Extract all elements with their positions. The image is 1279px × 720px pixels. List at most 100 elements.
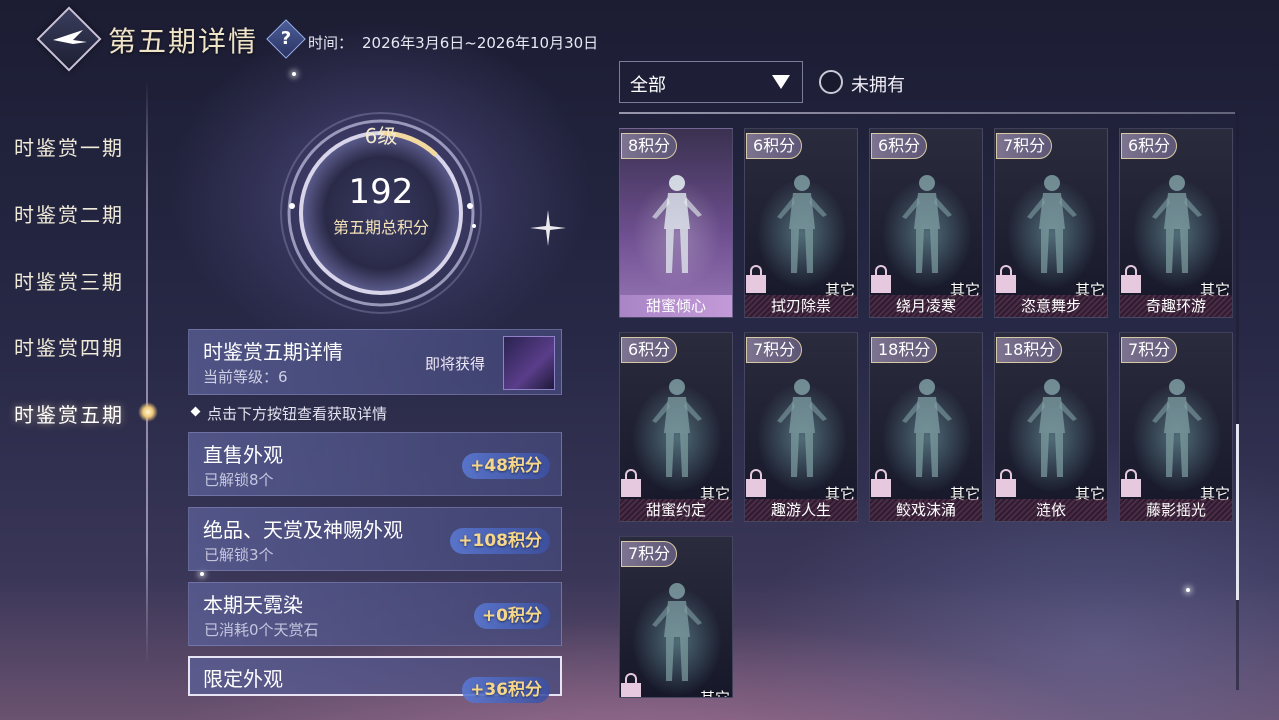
lock-body: [996, 275, 1016, 293]
card-type-label: 其它: [699, 689, 730, 698]
lock-icon: [621, 673, 641, 697]
category-points-badge: +108积分: [450, 528, 550, 554]
lock-body: [621, 479, 641, 497]
filter-selected-value: 全部: [630, 75, 666, 96]
outfit-card[interactable]: 8积分甜蜜倾心: [619, 128, 733, 318]
category-points-badge: +48积分: [462, 453, 550, 479]
outfit-card[interactable]: 18积分 其它 鲛戏沫涌: [869, 332, 983, 522]
outfit-card[interactable]: 6积分 其它 绕月凌寒: [869, 128, 983, 318]
card-name: 鲛戏沫涌: [870, 499, 982, 521]
card-points-badge: 6积分: [746, 133, 803, 159]
lock-body: [996, 479, 1016, 497]
lock-body: [871, 479, 891, 497]
nav-item-period-3[interactable]: 时鉴赏三期: [14, 266, 144, 300]
lock-body: [871, 275, 891, 293]
character-figure-icon: [777, 175, 827, 273]
lock-icon: [746, 265, 766, 293]
card-points-badge: 7积分: [1121, 337, 1178, 363]
outfit-card[interactable]: 7积分 其它 趣游人生: [744, 332, 858, 522]
star-decoration: [292, 72, 296, 76]
card-points-badge: 8积分: [621, 133, 678, 159]
time-value: 2026年3月6日~2026年10月30日: [362, 34, 599, 52]
lock-icon: [871, 265, 891, 293]
card-name: 趣游人生: [745, 499, 857, 521]
lock-body: [746, 479, 766, 497]
category-title: 绝品、天赏及神赐外观: [203, 518, 403, 542]
lock-body: [1121, 479, 1141, 497]
lock-icon: [621, 469, 641, 497]
hint-text: 点击下方按钮查看获取详情: [207, 405, 388, 423]
card-points-badge: 7积分: [996, 133, 1053, 159]
lock-icon: [996, 265, 1016, 293]
level-text: 6级: [364, 124, 398, 148]
card-name: 甜蜜倾心: [620, 295, 732, 317]
outfit-card[interactable]: 7积分 其它 恣意舞步: [994, 128, 1108, 318]
current-level-text: 当前等级：6: [203, 368, 288, 386]
outfit-card[interactable]: 18积分 其它 涟依: [994, 332, 1108, 522]
total-score: 192: [348, 172, 414, 212]
time-label: 时间：: [308, 34, 354, 52]
back-arrow-icon[interactable]: [49, 26, 91, 52]
category-title: 直售外观: [203, 443, 283, 467]
scrollbar-track[interactable]: [1236, 110, 1239, 690]
nav-item-period-1[interactable]: 时鉴赏一期: [14, 132, 144, 166]
period-details-title: 时鉴赏五期详情: [203, 340, 343, 364]
card-name: 恣意舞步: [995, 295, 1107, 317]
card-points-badge: 6积分: [1121, 133, 1178, 159]
character-figure-icon: [652, 583, 702, 681]
category-subtitle: 已消耗0个天赏石: [204, 621, 319, 639]
lock-icon: [996, 469, 1016, 497]
nav-item-period-4[interactable]: 时鉴赏四期: [14, 332, 144, 366]
card-name: 奇趣环游: [1120, 295, 1232, 317]
card-points-badge: 6积分: [621, 337, 678, 363]
lock-body: [621, 683, 641, 697]
lock-body: [1121, 275, 1141, 293]
character-figure-icon: [652, 379, 702, 477]
unowned-radio-label[interactable]: 未拥有: [851, 71, 905, 97]
nav-divider: [146, 80, 148, 665]
category-points-badge: +36积分: [462, 677, 550, 703]
diamond-bullet-icon: [190, 406, 201, 417]
character-figure-icon: [1027, 175, 1077, 273]
outfit-card[interactable]: 7积分其它: [619, 536, 733, 698]
lock-icon: [746, 469, 766, 497]
upcoming-reward-thumbnail[interactable]: [503, 336, 555, 390]
card-name: 拭刃除祟: [745, 295, 857, 317]
lock-icon: [871, 469, 891, 497]
nav-item-period-5[interactable]: 时鉴赏五期: [14, 399, 144, 433]
character-figure-icon: [1152, 175, 1202, 273]
page-title: 第五期详情: [108, 25, 259, 58]
card-name: 甜蜜约定: [620, 499, 732, 521]
category-subtitle: 已解锁8个: [204, 471, 274, 489]
outfit-card[interactable]: 6积分 其它 奇趣环游: [1119, 128, 1233, 318]
character-figure-icon: [902, 379, 952, 477]
card-points-badge: 18积分: [996, 337, 1063, 363]
card-points-badge: 6积分: [871, 133, 928, 159]
unowned-radio[interactable]: [819, 70, 843, 94]
star-decoration: [1186, 588, 1190, 592]
lock-icon: [1121, 265, 1141, 293]
outfit-card[interactable]: 7积分 其它 藤影摇光: [1119, 332, 1233, 522]
outfit-card[interactable]: 6积分 其它 拭刃除祟: [744, 128, 858, 318]
help-icon[interactable]: ?: [272, 25, 300, 53]
total-score-label: 第五期总积分: [332, 218, 429, 237]
card-points-badge: 7积分: [621, 541, 678, 567]
character-figure-icon: [1152, 379, 1202, 477]
category-title: 限定外观: [203, 667, 283, 691]
card-points-badge: 18积分: [871, 337, 938, 363]
card-name: 涟依: [995, 499, 1107, 521]
character-figure-icon: [652, 175, 702, 273]
outfit-card[interactable]: 6积分 其它 甜蜜约定: [619, 332, 733, 522]
lock-icon: [1121, 469, 1141, 497]
scrollbar-thumb[interactable]: [1236, 424, 1239, 600]
chevron-down-icon[interactable]: [772, 75, 790, 89]
nav-item-period-2[interactable]: 时鉴赏二期: [14, 199, 144, 233]
category-subtitle: 已解锁3个: [204, 546, 274, 564]
character-figure-icon: [902, 175, 952, 273]
lock-body: [746, 275, 766, 293]
filter-divider: [619, 112, 1235, 114]
card-name: 藤影摇光: [1120, 499, 1232, 521]
upcoming-reward-label: 即将获得: [425, 355, 486, 373]
character-figure-icon: [1027, 379, 1077, 477]
sparkle-icon: [530, 210, 566, 246]
